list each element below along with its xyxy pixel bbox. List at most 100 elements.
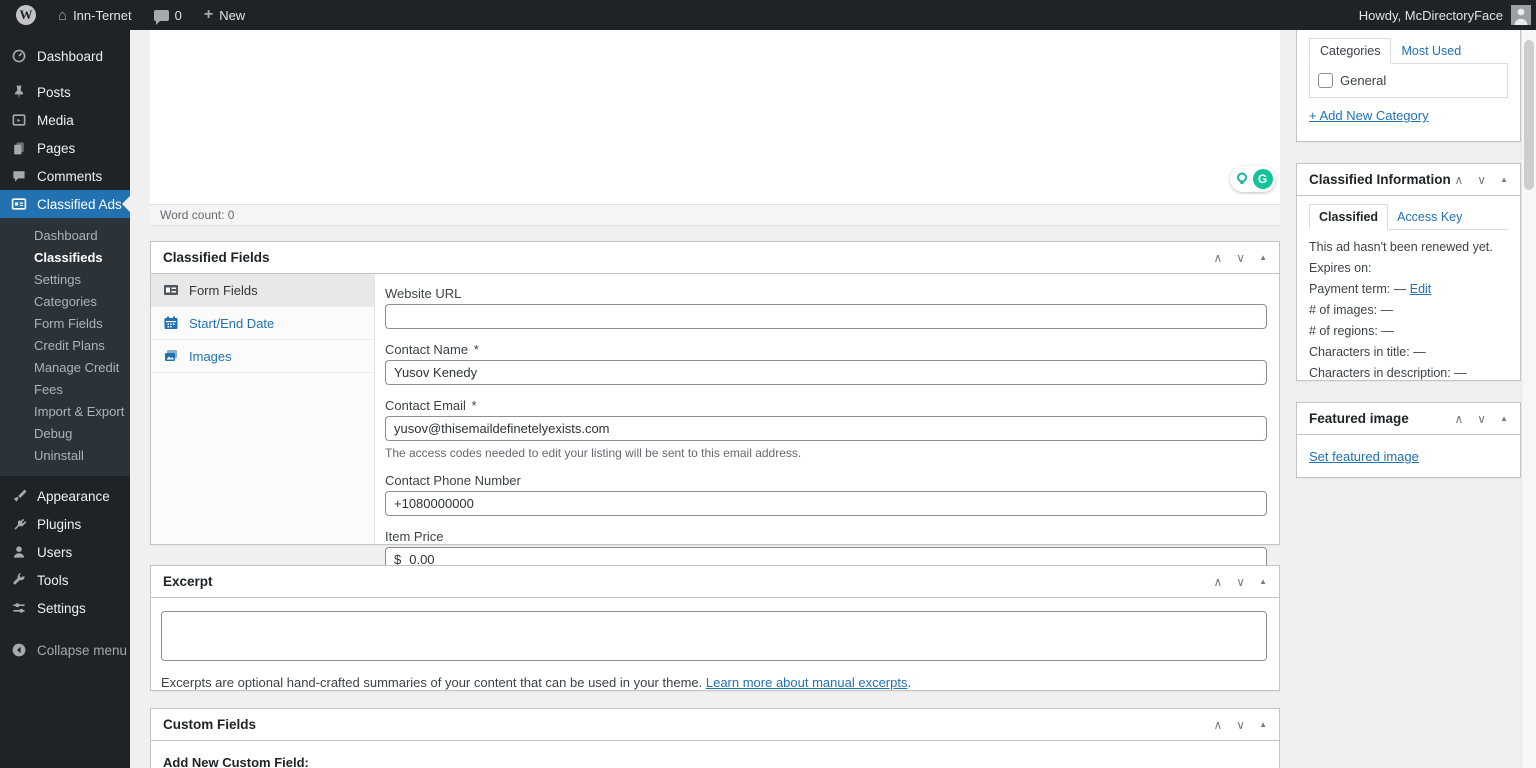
sidebar-item-plugins[interactable]: Plugins: [0, 510, 130, 538]
submenu-item-form-fields[interactable]: Form Fields: [0, 313, 130, 335]
excerpt-metabox: Excerpt ∧ ∨ ▲ Excerpts are optional hand…: [150, 565, 1280, 691]
submenu-item-settings[interactable]: Settings: [0, 269, 130, 291]
contact-name-label: Contact Name *: [385, 342, 1267, 357]
sidebar-item-label: Users: [37, 545, 72, 560]
contact-name-input[interactable]: [385, 360, 1267, 385]
editor-statusbar: Word count: 0: [150, 204, 1280, 226]
move-down-icon[interactable]: ∨: [1477, 413, 1486, 425]
sidebar-item-settings[interactable]: Settings: [0, 594, 130, 622]
toggle-panel-icon[interactable]: ▲: [1259, 254, 1267, 262]
payment-term-edit-link[interactable]: Edit: [1410, 282, 1432, 296]
submenu-item-credit-plans[interactable]: Credit Plans: [0, 335, 130, 357]
move-up-icon[interactable]: ∧: [1454, 413, 1463, 425]
sliders-icon: [10, 599, 28, 617]
dashboard-icon: [10, 47, 28, 65]
categories-checklist: General: [1309, 63, 1508, 98]
grammarly-widget[interactable]: G: [1230, 166, 1276, 192]
sidebar-item-dashboard[interactable]: Dashboard: [0, 42, 130, 70]
sidebar-item-posts[interactable]: Posts: [0, 78, 130, 106]
comments-bubble-icon: [154, 10, 169, 21]
classified-fields-header[interactable]: Classified Fields ∧ ∨ ▲: [151, 242, 1279, 274]
sidebar-item-label: Classified Ads: [37, 197, 122, 212]
tab-classified[interactable]: Classified: [1309, 204, 1388, 230]
move-up-icon[interactable]: ∧: [1213, 576, 1222, 588]
tab-most-used[interactable]: Most Used: [1391, 39, 1471, 63]
featured-image-metabox: Featured image ∧ ∨ ▲ Set featured image: [1296, 402, 1521, 478]
new-content-menu[interactable]: + New: [196, 0, 253, 30]
move-up-icon[interactable]: ∧: [1454, 174, 1463, 186]
admin-sidebar: Dashboard Posts Media Pages Comments Cla…: [0, 30, 130, 768]
submenu-item-debug[interactable]: Debug: [0, 423, 130, 445]
sidebar-item-comments[interactable]: Comments: [0, 162, 130, 190]
toggle-panel-icon[interactable]: ▲: [1259, 721, 1267, 729]
submenu-item-import-export[interactable]: Import & Export: [0, 401, 130, 423]
user-icon: [10, 543, 28, 561]
tab-access-key[interactable]: Access Key: [1388, 205, 1471, 229]
excerpt-textarea[interactable]: [161, 611, 1267, 661]
submenu-item-categories[interactable]: Categories: [0, 291, 130, 313]
excerpt-header[interactable]: Excerpt ∧ ∨ ▲: [151, 566, 1279, 598]
category-label: General: [1340, 73, 1386, 88]
categories-metabox: Categories Most Used General + Add New C…: [1296, 30, 1521, 142]
toggle-panel-icon[interactable]: ▲: [1500, 415, 1508, 423]
set-featured-image-link[interactable]: Set featured image: [1309, 449, 1419, 464]
classified-ads-icon: [10, 195, 28, 213]
move-up-icon[interactable]: ∧: [1213, 719, 1222, 731]
toggle-panel-icon[interactable]: ▲: [1500, 176, 1508, 184]
pushpin-icon: [10, 83, 28, 101]
manual-excerpts-link[interactable]: Learn more about manual excerpts: [706, 675, 908, 690]
word-count: Word count: 0: [160, 208, 234, 222]
post-editor: G Word count: 0: [150, 30, 1280, 226]
contact-phone-input[interactable]: [385, 491, 1267, 516]
tab-images[interactable]: Images: [151, 340, 374, 373]
sidebar-item-media[interactable]: Media: [0, 106, 130, 134]
sidebar-item-classified-ads[interactable]: Classified Ads: [0, 190, 130, 218]
lightbulb-icon: [1234, 171, 1250, 187]
move-down-icon[interactable]: ∨: [1236, 252, 1245, 264]
add-new-category-link[interactable]: + Add New Category: [1309, 108, 1429, 123]
scrollbar-thumb[interactable]: [1524, 40, 1534, 190]
move-down-icon[interactable]: ∨: [1477, 174, 1486, 186]
sidebar-item-appearance[interactable]: Appearance: [0, 482, 130, 510]
sidebar-item-tools[interactable]: Tools: [0, 566, 130, 594]
classified-fields-metabox: Classified Fields ∧ ∨ ▲ Form Fields Star…: [150, 241, 1280, 545]
submenu-item-fees[interactable]: Fees: [0, 379, 130, 401]
website-url-input[interactable]: [385, 304, 1267, 329]
featured-image-header[interactable]: Featured image ∧ ∨ ▲: [1297, 403, 1520, 435]
payment-term-text: Payment term: — Edit: [1309, 282, 1508, 296]
sidebar-item-users[interactable]: Users: [0, 538, 130, 566]
wordpress-logo-menu[interactable]: W: [8, 0, 44, 30]
custom-fields-header[interactable]: Custom Fields ∧ ∨ ▲: [151, 709, 1279, 741]
classified-ads-submenu: Dashboard Classifieds Settings Categorie…: [0, 218, 130, 476]
custom-fields-metabox: Custom Fields ∧ ∨ ▲ Add New Custom Field…: [150, 708, 1280, 768]
toggle-panel-icon[interactable]: ▲: [1259, 578, 1267, 586]
sidebar-item-label: Tools: [37, 573, 69, 588]
howdy-account-link[interactable]: Howdy, McDirectoryFace: [1359, 8, 1503, 23]
classified-fields-form: Website URL Contact Name * Contact Email…: [375, 274, 1279, 544]
move-down-icon[interactable]: ∨: [1236, 719, 1245, 731]
submenu-item-uninstall[interactable]: Uninstall: [0, 445, 130, 467]
general-category-checkbox[interactable]: [1318, 73, 1333, 88]
submenu-item-dashboard[interactable]: Dashboard: [0, 225, 130, 247]
tab-all-categories[interactable]: Categories: [1309, 38, 1391, 64]
submenu-item-manage-credit[interactable]: Manage Credit: [0, 357, 130, 379]
page-scrollbar[interactable]: [1521, 30, 1536, 768]
site-name-link[interactable]: ⌂ Inn-Ternet: [50, 0, 140, 30]
sidebar-item-label: Dashboard: [37, 49, 103, 64]
sidebar-item-pages[interactable]: Pages: [0, 134, 130, 162]
user-avatar[interactable]: [1511, 5, 1531, 25]
plus-icon: +: [204, 7, 213, 23]
comments-admin-link[interactable]: 0: [146, 0, 190, 30]
plug-icon: [10, 515, 28, 533]
tab-start-end-date[interactable]: Start/End Date: [151, 307, 374, 340]
item-price-label: Item Price: [385, 529, 1267, 544]
category-item-general: General: [1318, 73, 1499, 88]
submenu-item-classifieds[interactable]: Classifieds: [0, 247, 130, 269]
classified-information-header[interactable]: Classified Information ∧ ∨ ▲: [1297, 164, 1520, 196]
move-up-icon[interactable]: ∧: [1213, 252, 1222, 264]
collapse-menu-button[interactable]: Collapse menu: [0, 636, 130, 664]
move-down-icon[interactable]: ∨: [1236, 576, 1245, 588]
contact-email-input[interactable]: [385, 416, 1267, 441]
tab-form-fields[interactable]: Form Fields: [151, 274, 374, 307]
editor-content-area[interactable]: G: [150, 30, 1280, 204]
